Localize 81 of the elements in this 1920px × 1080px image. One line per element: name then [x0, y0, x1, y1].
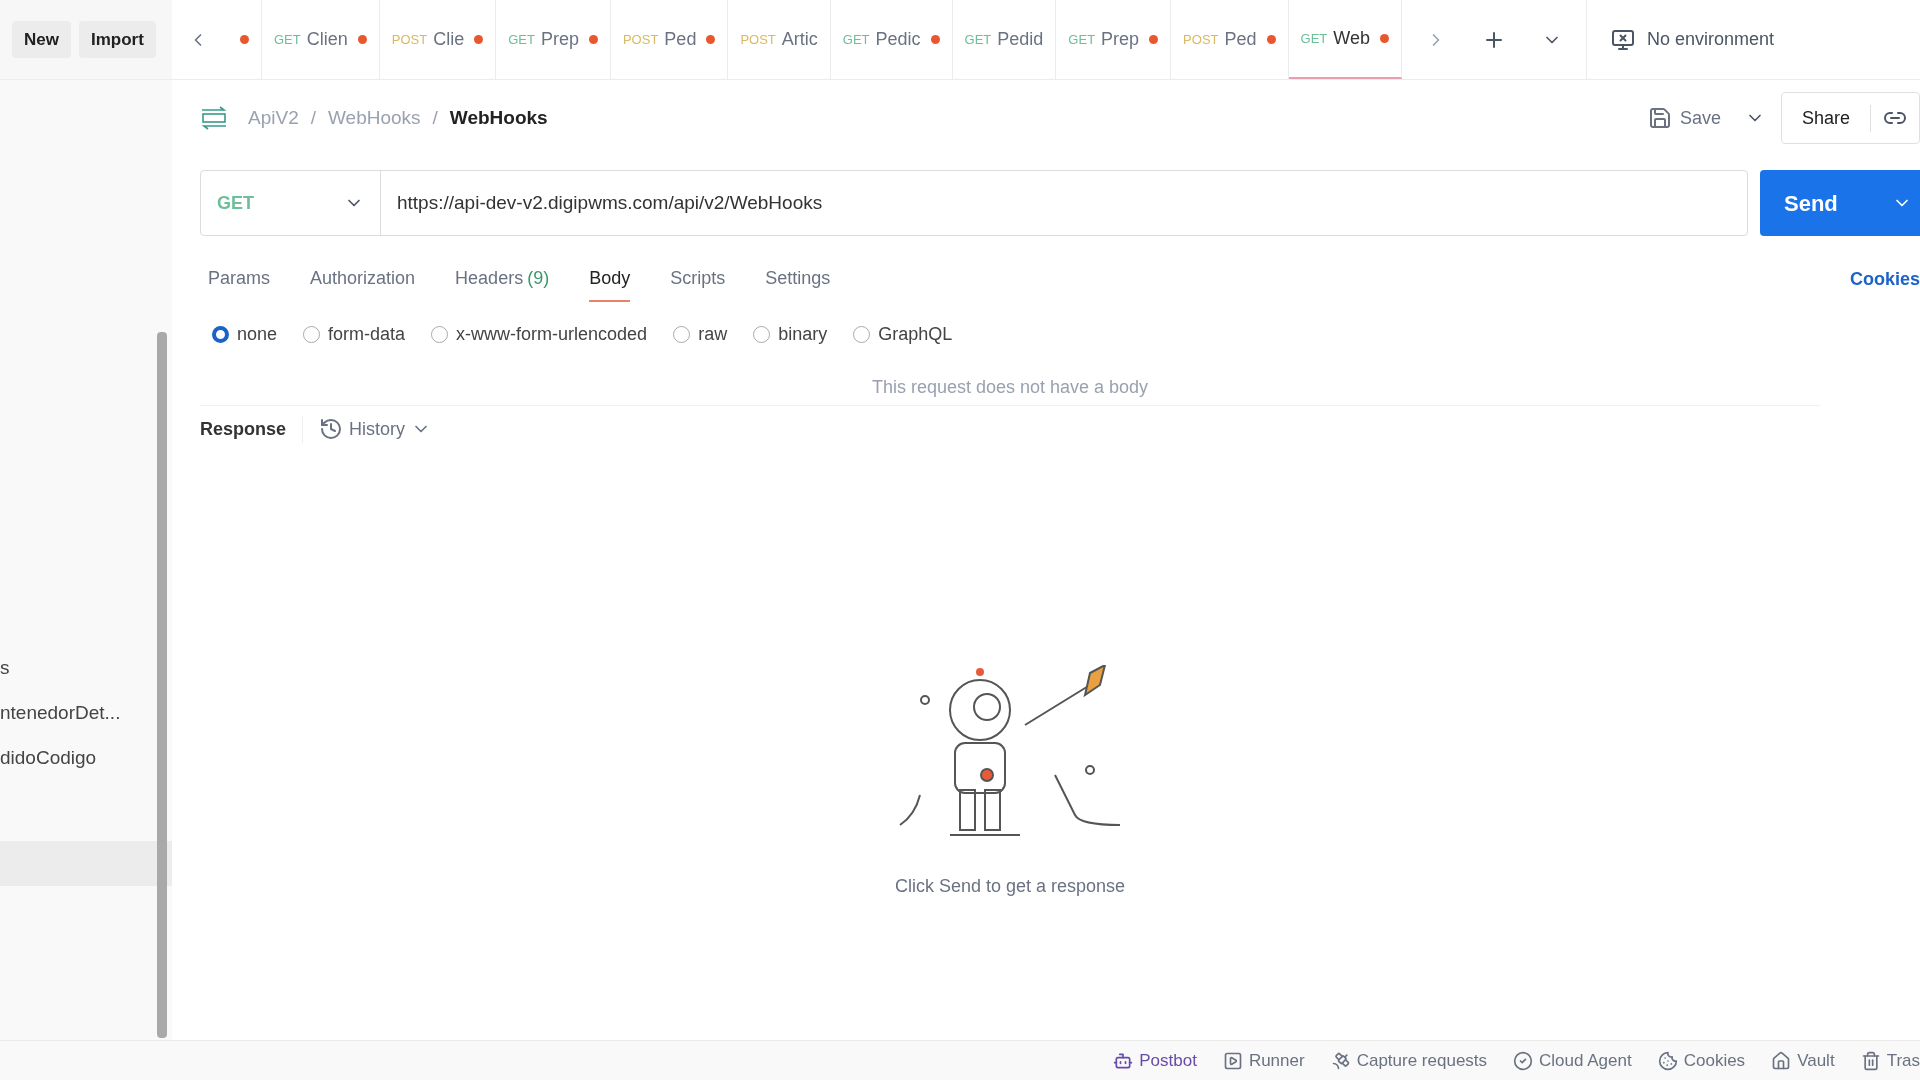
- breadcrumb-item[interactable]: WebHooks: [328, 103, 421, 133]
- method-label: GET: [1068, 30, 1096, 49]
- tab-title: Ped: [664, 28, 697, 51]
- request-icon: [200, 106, 228, 130]
- radio-label: raw: [698, 322, 728, 346]
- save-button[interactable]: Save: [1639, 104, 1729, 132]
- tab-title: Web: [1333, 27, 1370, 50]
- response-hint: Click Send to get a response: [894, 875, 1126, 898]
- method-label: POST: [740, 30, 776, 49]
- sidebar-item[interactable]: ntenedorDet...: [0, 691, 172, 736]
- scrollbar[interactable]: [157, 332, 167, 1038]
- method-label: GET: [842, 30, 870, 49]
- status-bar-item[interactable]: Postbot: [1113, 1047, 1197, 1074]
- request-tab[interactable]: POST Artic: [728, 0, 831, 79]
- breadcrumb-item: WebHooks: [449, 105, 548, 130]
- header-button[interactable]: Import: [78, 20, 156, 59]
- cookie-icon: [1657, 1050, 1678, 1071]
- trash-icon: [1860, 1050, 1881, 1071]
- request-tab[interactable]: GET Web: [1288, 0, 1402, 79]
- environment-selector[interactable]: No environment: [1646, 26, 1775, 53]
- method-label: POST: [391, 30, 428, 49]
- request-option-tab[interactable]: Headers (9): [455, 256, 550, 302]
- request-option-tab[interactable]: Params: [208, 256, 270, 302]
- status-bar-item[interactable]: Cookies: [1657, 1047, 1746, 1074]
- history-button[interactable]: History: [319, 415, 432, 443]
- status-bar-item[interactable]: Cloud Agent: [1513, 1047, 1632, 1074]
- request-tab[interactable]: GET Prep: [496, 0, 611, 79]
- tab-title: Artic: [781, 28, 818, 51]
- radio-label: form-data: [328, 322, 406, 346]
- save-icon: [1647, 106, 1672, 130]
- request-tab[interactable]: GET Prep: [1056, 0, 1172, 79]
- radio-button[interactable]: [212, 325, 229, 343]
- empty-body-message: This request does not have a body: [200, 374, 1820, 406]
- breadcrumb-separator: /: [310, 105, 316, 130]
- status-bar-item[interactable]: Vault: [1771, 1047, 1835, 1074]
- request-tab[interactable]: POST Ped: [1171, 0, 1289, 79]
- request-tab[interactable]: POST Clie: [379, 0, 497, 79]
- method-label: GET: [964, 30, 992, 49]
- radio-label: x-www-form-urlencoded: [456, 322, 648, 346]
- request-tab[interactable]: GET Pedid: [952, 0, 1057, 79]
- status-bar-item[interactable]: Capture requests: [1330, 1047, 1488, 1074]
- request-option-tab[interactable]: Settings: [765, 256, 831, 302]
- tab-title: Ped: [1224, 28, 1257, 51]
- request-tab[interactable]: POST Ped: [610, 0, 729, 79]
- play-icon: [1222, 1050, 1243, 1071]
- sidebar-item[interactable]: didoCodigo: [0, 736, 172, 781]
- radio-label: binary: [778, 322, 828, 346]
- response-title: Response: [200, 415, 304, 443]
- status-bar-item[interactable]: Tras: [1860, 1047, 1920, 1074]
- header-button[interactable]: New: [12, 20, 71, 59]
- radio-label: none: [237, 322, 278, 346]
- status-bar-item[interactable]: Runner: [1222, 1047, 1305, 1074]
- sidebar-item[interactable]: s: [0, 646, 172, 691]
- sidebar-item[interactable]: [0, 841, 172, 886]
- send-button[interactable]: Send: [1760, 170, 1920, 236]
- method-label: GET: [274, 30, 301, 49]
- check-circle-icon: [1513, 1050, 1534, 1071]
- url-bar[interactable]: GET https://api-dev-v2.digipwms.com/api/v2/WebHooks: [200, 170, 1748, 236]
- house-icon: [1771, 1050, 1792, 1071]
- request-option-tab[interactable]: Authorization: [310, 256, 416, 302]
- breadcrumb-item[interactable]: ApiV2: [248, 103, 299, 133]
- request-option-tab[interactable]: Body: [589, 256, 631, 302]
- breadcrumb-separator: /: [432, 105, 438, 130]
- request-tab[interactable]: GET Clien: [262, 0, 380, 79]
- method-label: POST: [622, 30, 659, 49]
- method-label: POST: [1183, 30, 1219, 49]
- environment-icon: [1610, 27, 1635, 52]
- tab-title: Prep: [540, 28, 579, 51]
- method-label: GET: [1300, 29, 1328, 48]
- tab-title: Clien: [306, 28, 348, 51]
- tab-title: Clie: [433, 28, 465, 51]
- satellite-icon: [1330, 1050, 1351, 1071]
- cookies-link[interactable]: Cookies: [1849, 265, 1920, 293]
- request-option-tab[interactable]: Scripts: [670, 256, 726, 302]
- radio-label: GraphQL: [878, 322, 953, 346]
- history-icon: [319, 417, 344, 441]
- tab-title: Pedid: [997, 28, 1044, 51]
- method-label: GET: [508, 30, 535, 49]
- tab-title: Prep: [1101, 28, 1140, 51]
- request-tab[interactable]: GET Pedic: [830, 0, 953, 79]
- tab-title: Pedic: [875, 28, 921, 51]
